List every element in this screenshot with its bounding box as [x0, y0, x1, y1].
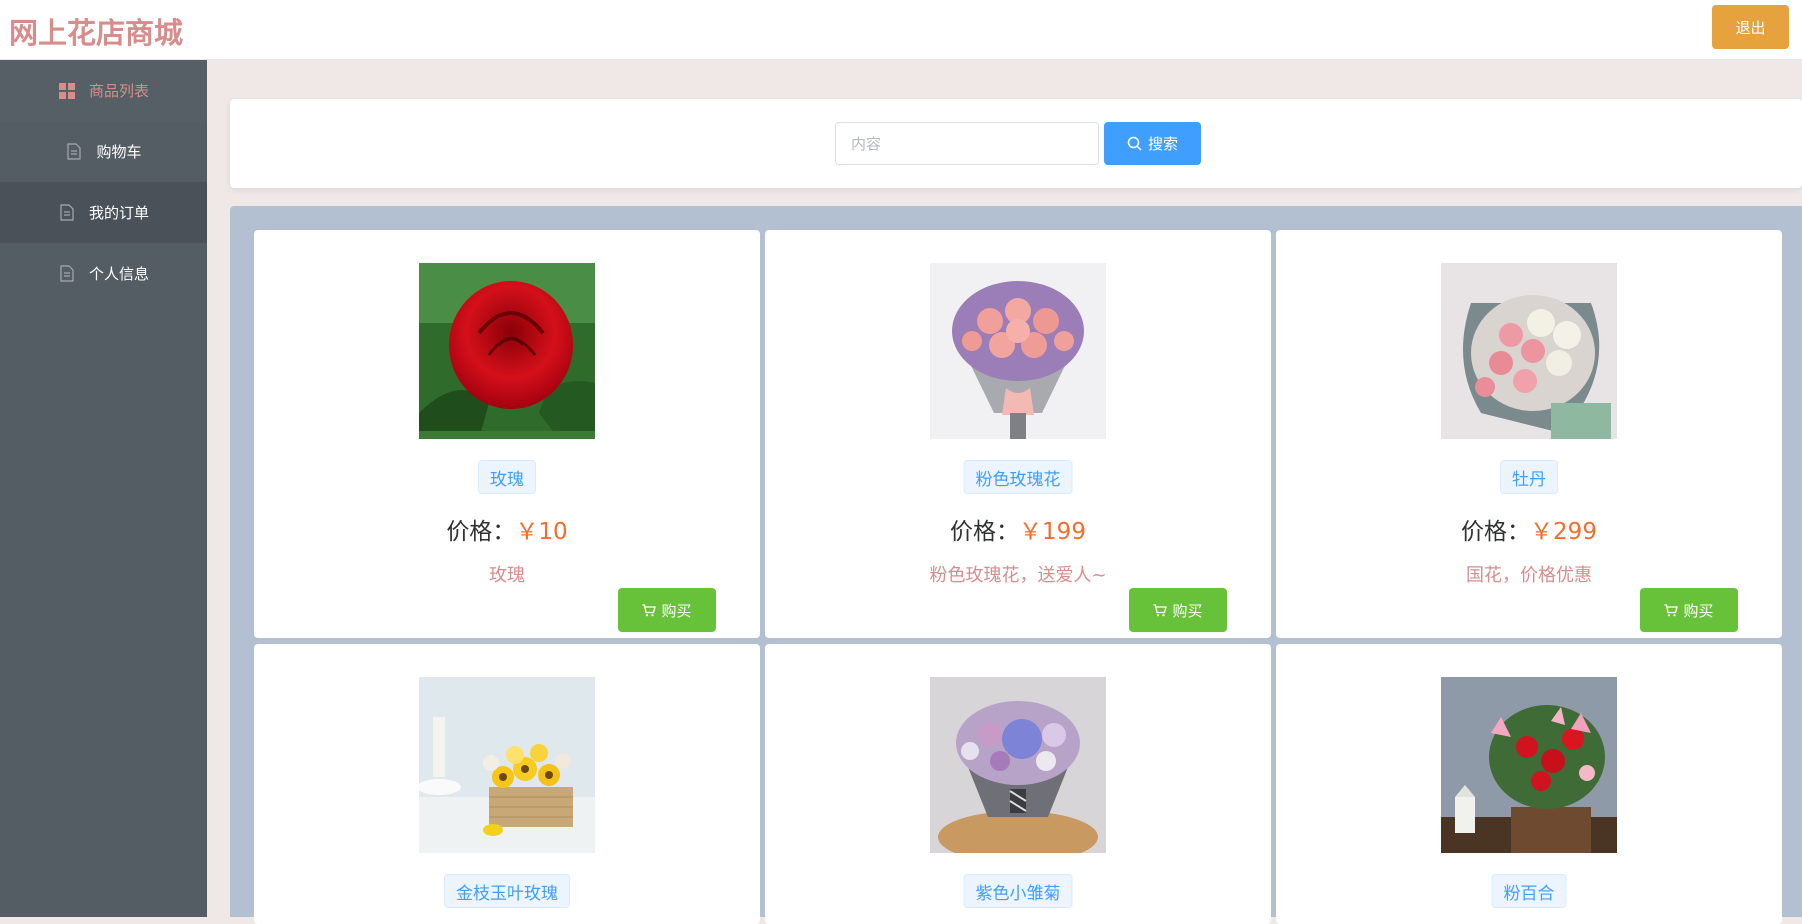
app-logo-title: 网上花店商城 — [9, 16, 184, 50]
product-card: 粉色玫瑰花 价格：￥199 粉色玫瑰花，送爱人~ 购买 — [765, 230, 1271, 638]
sidebar-item-my-orders[interactable]: 我的订单 — [0, 182, 207, 243]
product-description: 国花，价格优惠 — [1466, 565, 1592, 586]
product-card: 牡丹 价格：￥299 国花，价格优惠 购买 — [1276, 230, 1782, 638]
product-description: 粉色玫瑰花，送爱人~ — [929, 565, 1107, 586]
buy-button-label: 购买 — [1172, 601, 1203, 620]
product-card: 玫瑰 价格：￥10 玫瑰 购买 — [254, 230, 760, 638]
product-image[interactable] — [419, 677, 595, 853]
logout-button[interactable]: 退出 — [1712, 5, 1789, 49]
price-value: ￥299 — [1530, 519, 1597, 545]
product-image[interactable] — [930, 677, 1106, 853]
price-value: ￥10 — [515, 519, 568, 545]
product-image[interactable] — [419, 263, 595, 439]
document-icon — [65, 143, 83, 161]
cart-icon — [642, 603, 657, 617]
sidebar-item-profile[interactable]: 个人信息 — [0, 243, 207, 304]
search-card: 搜索 — [230, 99, 1802, 188]
product-name-tag: 玫瑰 — [478, 460, 536, 494]
sidebar-item-label: 购物车 — [96, 143, 142, 161]
product-grid: 玫瑰 价格：￥10 玫瑰 购买 粉色玫瑰花 价格：￥199 粉色玫瑰花，送爱人~… — [230, 206, 1802, 924]
product-image[interactable] — [930, 263, 1106, 439]
price-label: 价格： — [950, 519, 1020, 545]
product-price: 价格：￥10 — [254, 512, 760, 546]
sidebar-item-label: 商品列表 — [88, 82, 149, 100]
grid-icon — [58, 82, 76, 100]
buy-button-label: 购买 — [1683, 601, 1714, 620]
buy-button[interactable]: 购买 — [1640, 588, 1738, 632]
product-image[interactable] — [1441, 263, 1617, 439]
product-name-tag: 金枝玉叶玫瑰 — [444, 874, 570, 908]
buy-button[interactable]: 购买 — [1129, 588, 1227, 632]
product-name-tag: 粉色玫瑰花 — [963, 460, 1073, 494]
buy-button-label: 购买 — [661, 601, 692, 620]
product-price: 价格：￥199 — [765, 512, 1271, 546]
product-card: 紫色小雏菊 — [765, 644, 1271, 924]
product-name-tag: 紫色小雏菊 — [963, 874, 1073, 908]
sidebar-item-label: 我的订单 — [88, 204, 149, 222]
product-name-tag: 牡丹 — [1500, 460, 1558, 494]
product-price: 价格：￥299 — [1276, 512, 1782, 546]
search-button-label: 搜索 — [1147, 135, 1178, 153]
search-button[interactable]: 搜索 — [1104, 122, 1201, 165]
search-icon — [1127, 136, 1142, 151]
product-image[interactable] — [1441, 677, 1617, 853]
product-card: 粉百合 — [1276, 644, 1782, 924]
price-value: ￥199 — [1019, 519, 1086, 545]
search-input[interactable] — [835, 122, 1099, 165]
sidebar-menu: 商品列表 购物车 我的订单 个人信息 — [0, 60, 207, 917]
product-description: 玫瑰 — [489, 565, 525, 586]
price-label: 价格： — [446, 519, 516, 545]
top-header: 网上花店商城 退出 — [0, 0, 1802, 60]
document-icon — [58, 204, 76, 222]
buy-button[interactable]: 购买 — [618, 588, 716, 632]
cart-icon — [1664, 603, 1679, 617]
price-label: 价格： — [1461, 519, 1531, 545]
product-card: 金枝玉叶玫瑰 — [254, 644, 760, 924]
sidebar-item-label: 个人信息 — [88, 265, 149, 283]
sidebar-item-product-list[interactable]: 商品列表 — [0, 60, 207, 121]
cart-icon — [1153, 603, 1168, 617]
product-name-tag: 粉百合 — [1491, 874, 1567, 908]
document-icon — [58, 265, 76, 283]
sidebar-item-cart[interactable]: 购物车 — [0, 121, 207, 182]
